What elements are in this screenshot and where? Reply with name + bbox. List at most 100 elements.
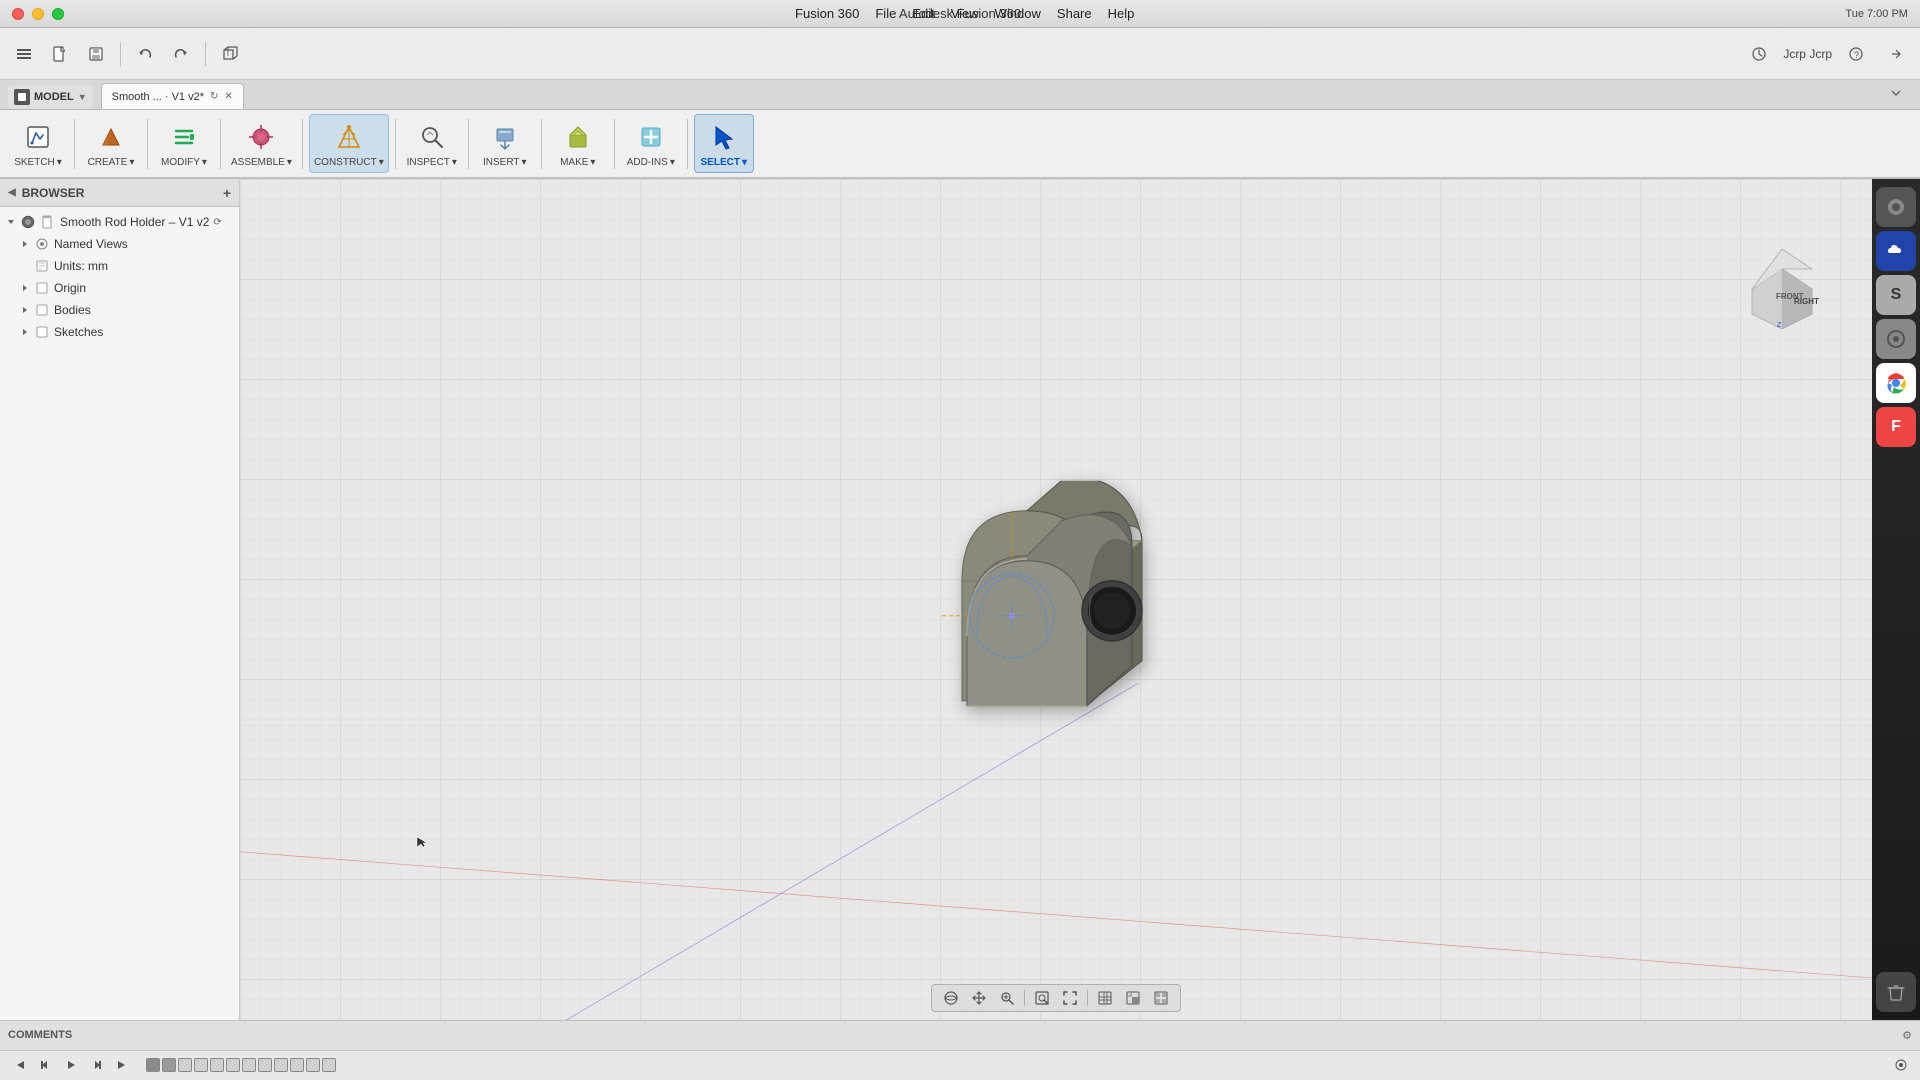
box-view-button[interactable] bbox=[214, 38, 246, 70]
display-toggle[interactable] bbox=[1122, 987, 1144, 1009]
new-file-button[interactable] bbox=[44, 38, 76, 70]
origin-expand[interactable] bbox=[18, 281, 32, 295]
titlebar-right: Tue 7:00 PM bbox=[1845, 8, 1908, 20]
undo-button[interactable] bbox=[129, 38, 161, 70]
origin-icon bbox=[34, 280, 50, 296]
timeline-mark-2[interactable] bbox=[162, 1058, 176, 1072]
active-tab[interactable]: Smooth ... · V1 v2* ↻ ✕ bbox=[101, 83, 244, 109]
units-label: Units: mm bbox=[54, 259, 108, 273]
pan-button[interactable] bbox=[968, 987, 990, 1009]
close-button[interactable] bbox=[12, 8, 24, 20]
zoom-button[interactable] bbox=[996, 987, 1018, 1009]
named-views-item[interactable]: Named Views bbox=[0, 233, 239, 255]
modify-label: MODIFY▾ bbox=[161, 157, 207, 168]
zoom-window-button[interactable] bbox=[1031, 987, 1053, 1009]
tab-history-icon[interactable]: ↻ bbox=[210, 91, 218, 102]
grid-toggle[interactable] bbox=[1094, 987, 1116, 1009]
window-controls bbox=[12, 8, 64, 20]
menu-fusion360[interactable]: Fusion 360 bbox=[787, 0, 867, 28]
timeline-settings-button[interactable] bbox=[1890, 1054, 1912, 1076]
inspect-icon bbox=[414, 119, 450, 155]
dock-icon-settings2[interactable] bbox=[1876, 319, 1916, 359]
timeline-marks bbox=[138, 1058, 1886, 1072]
dock-icon-settings[interactable] bbox=[1876, 187, 1916, 227]
menu-help[interactable]: Help bbox=[1100, 0, 1143, 28]
dock-icon-trash[interactable] bbox=[1876, 972, 1916, 1012]
assemble-group[interactable]: ASSEMBLE▾ bbox=[227, 115, 296, 172]
dock-icon-s[interactable]: S bbox=[1876, 275, 1916, 315]
timeline-bar bbox=[0, 1051, 1920, 1080]
document-root-item[interactable]: Smooth Rod Holder – V1 v2 ⟳ bbox=[0, 211, 239, 233]
maximize-button[interactable] bbox=[52, 8, 64, 20]
bodies-item[interactable]: Bodies bbox=[0, 299, 239, 321]
browser-add-button[interactable]: + bbox=[223, 185, 231, 201]
sketch-group[interactable]: SKETCH▾ bbox=[8, 115, 68, 172]
model-selector[interactable]: MODEL ▼ bbox=[8, 85, 93, 109]
viewport[interactable]: FRONT RIGHT Z bbox=[240, 179, 1872, 1020]
timeline-play-button[interactable] bbox=[60, 1054, 82, 1076]
menu-share[interactable]: Share bbox=[1049, 0, 1100, 28]
timeline-mark-4[interactable] bbox=[194, 1058, 208, 1072]
timeline-start-button[interactable] bbox=[8, 1054, 30, 1076]
comments-gear-icon[interactable]: ⚙ bbox=[1902, 1030, 1912, 1042]
main-toolbar: SKETCH▾ CREATE▾ bbox=[0, 110, 1920, 178]
timeline-mark-7[interactable] bbox=[242, 1058, 256, 1072]
sketches-expand[interactable] bbox=[18, 325, 32, 339]
modify-group[interactable]: MODIFY▾ bbox=[154, 115, 214, 172]
minimize-button[interactable] bbox=[32, 8, 44, 20]
help-button[interactable]: ? bbox=[1840, 38, 1872, 70]
bodies-expand[interactable] bbox=[18, 303, 32, 317]
units-item[interactable]: ▶ Units: mm bbox=[0, 255, 239, 277]
addins-group[interactable]: ADD-INS▾ bbox=[621, 115, 681, 172]
construct-group[interactable]: CONSTRUCT▾ bbox=[309, 114, 389, 173]
root-expand-icon[interactable] bbox=[4, 215, 18, 229]
named-views-expand[interactable] bbox=[18, 237, 32, 251]
fit-button[interactable] bbox=[1059, 987, 1081, 1009]
environment-toggle[interactable] bbox=[1150, 987, 1172, 1009]
expand-button[interactable] bbox=[1880, 38, 1912, 70]
modify-icon bbox=[166, 119, 202, 155]
create-group[interactable]: CREATE▾ bbox=[81, 115, 141, 172]
dock-icon-f[interactable]: F bbox=[1876, 407, 1916, 447]
timeline-mark-1[interactable] bbox=[146, 1058, 160, 1072]
make-icon bbox=[560, 119, 596, 155]
construct-icon bbox=[331, 119, 367, 155]
insert-group[interactable]: INSERT▾ bbox=[475, 115, 535, 172]
collapse-top-button[interactable] bbox=[1880, 77, 1912, 109]
view-cube[interactable]: FRONT RIGHT Z bbox=[1732, 239, 1812, 319]
construct-label: CONSTRUCT▾ bbox=[314, 157, 384, 168]
sketches-item[interactable]: Sketches bbox=[0, 321, 239, 343]
redo-button[interactable] bbox=[165, 38, 197, 70]
browser-title: BROWSER bbox=[22, 186, 85, 200]
timeline-mark-5[interactable] bbox=[210, 1058, 224, 1072]
app-menu-button[interactable] bbox=[8, 38, 40, 70]
dock-icon-chrome[interactable] bbox=[1876, 363, 1916, 403]
save-button[interactable] bbox=[80, 38, 112, 70]
timeline-mark-11[interactable] bbox=[306, 1058, 320, 1072]
content-area: ◀ BROWSER + Smoo bbox=[0, 179, 1920, 1020]
svg-text:RIGHT: RIGHT bbox=[1794, 297, 1819, 306]
comments-bar: COMMENTS ⚙ bbox=[0, 1021, 1920, 1051]
timeline-mark-8[interactable] bbox=[258, 1058, 272, 1072]
timeline-next-button[interactable] bbox=[86, 1054, 108, 1076]
sidebar: ◀ BROWSER + Smoo bbox=[0, 179, 240, 1020]
make-group[interactable]: MAKE▾ bbox=[548, 115, 608, 172]
timeline-mark-3[interactable] bbox=[178, 1058, 192, 1072]
insert-label: INSERT▾ bbox=[483, 157, 527, 168]
origin-label: Origin bbox=[54, 281, 86, 295]
select-group[interactable]: SELECT▾ bbox=[694, 114, 754, 173]
timeline-mark-10[interactable] bbox=[290, 1058, 304, 1072]
bodies-label: Bodies bbox=[54, 303, 91, 317]
inspect-group[interactable]: INSPECT▾ bbox=[402, 115, 462, 172]
timeline-mark-9[interactable] bbox=[274, 1058, 288, 1072]
origin-item[interactable]: Origin bbox=[0, 277, 239, 299]
clock-button[interactable] bbox=[1743, 38, 1775, 70]
dock-icon-cloud[interactable] bbox=[1876, 231, 1916, 271]
timeline-mark-12[interactable] bbox=[322, 1058, 336, 1072]
timeline-prev-button[interactable] bbox=[34, 1054, 56, 1076]
timeline-mark-6[interactable] bbox=[226, 1058, 240, 1072]
tab-close-button[interactable]: ✕ bbox=[224, 91, 232, 102]
make-label: MAKE▾ bbox=[560, 157, 595, 168]
timeline-end-button[interactable] bbox=[112, 1054, 134, 1076]
orbit-button[interactable] bbox=[940, 987, 962, 1009]
